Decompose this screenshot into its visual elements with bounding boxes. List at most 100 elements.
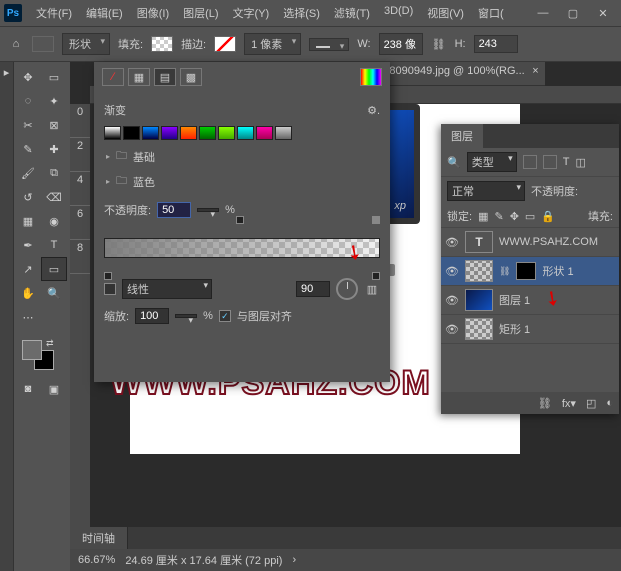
width-input[interactable]: 238 像 [379,33,423,55]
layer-item[interactable]: 👁 矩形 1 [441,315,619,344]
home-icon[interactable]: ⌂ [8,36,24,52]
layer-mask[interactable] [516,262,536,280]
color-picker-icon[interactable] [360,68,382,86]
gradient-bar[interactable] [104,238,380,258]
stroke-width-dropdown[interactable]: 1 像素 [244,33,301,55]
color-stop-end[interactable] [372,272,380,280]
foreground-color[interactable] [22,340,42,360]
reverse-check[interactable] [104,283,116,295]
timeline-tab[interactable]: 时间轴 [70,527,128,549]
menu-layer[interactable]: 图层(L) [177,2,224,24]
swatch[interactable] [275,126,292,140]
link-wh-icon[interactable]: ⛓ [431,36,447,52]
swatch[interactable] [199,126,216,140]
swatch[interactable] [123,126,140,140]
close-tab-icon[interactable]: × [532,65,538,77]
artboard-tool[interactable]: ▭ [42,66,66,88]
filter-type-icon[interactable]: T [563,156,570,168]
zoom-tool[interactable]: 🔍 [42,282,66,304]
win-close-icon[interactable]: ✕ [589,3,617,23]
folder-basic[interactable]: ▸🗀基础 [104,144,380,169]
filter-pixel-icon[interactable] [523,155,537,169]
filter-shape-icon[interactable]: ◫ [575,156,585,169]
color-stop-start[interactable] [104,272,112,280]
fgbg-colors[interactable]: ⇄ [16,336,64,376]
menu-edit[interactable]: 编辑(E) [80,2,129,24]
scale-dropdown[interactable] [175,314,197,318]
lasso-tool[interactable]: ◌ [16,90,40,112]
swatch[interactable] [104,126,121,140]
history-brush-tool[interactable]: ↺ [16,186,40,208]
visibility-icon[interactable]: 👁 [445,323,459,336]
path-tool[interactable]: ↗ [16,258,40,280]
lock-trans-icon[interactable]: ▦ [478,210,488,223]
swap-colors-icon[interactable]: ⇄ [46,338,54,349]
swatch[interactable] [180,126,197,140]
zoom-value[interactable]: 66.67% [78,554,115,566]
hand-tool[interactable]: ✋ [16,282,40,304]
visibility-icon[interactable]: 👁 [445,236,459,249]
eraser-tool[interactable]: ⌫ [42,186,66,208]
crop-tool[interactable]: ✂ [16,114,40,136]
menu-type[interactable]: 文字(Y) [227,2,276,24]
menu-select[interactable]: 选择(S) [277,2,326,24]
edit-toolbar[interactable]: ⋯ [16,306,40,328]
swatch[interactable] [237,126,254,140]
gear-icon[interactable]: ⚙. [367,104,380,117]
screenmode-icon[interactable]: ▣ [42,378,66,400]
lock-paint-icon[interactable]: ✎ [494,210,503,223]
filter-type-dropdown[interactable]: 类型 [467,152,517,172]
move-tool[interactable]: ✥ [16,66,40,88]
win-maximize-icon[interactable]: ▢ [559,3,587,23]
lock-pos-icon[interactable]: ✥ [510,210,519,223]
menu-image[interactable]: 图像(I) [131,2,175,24]
status-arrow-icon[interactable]: › [292,554,296,566]
opacity-stop-end[interactable] [372,216,380,224]
menu-file[interactable]: 文件(F) [30,2,78,24]
frame-tool[interactable]: ⊠ [42,114,66,136]
angle-input[interactable]: 90 [296,281,330,297]
lock-art-icon[interactable]: ▭ [525,210,535,223]
layer-item[interactable]: 👁 ⛓ 形状 1 [441,257,619,286]
opacity-input[interactable]: 50 [157,202,191,218]
layers-panel-tab[interactable]: 图层 [441,124,483,148]
patch-tool[interactable]: ✚ [42,138,66,160]
lock-all-icon[interactable]: 🔒 [541,210,555,223]
menu-3d[interactable]: 3D(D) [378,2,419,24]
rectangle-tool[interactable]: ▭ [42,258,66,280]
align-icon[interactable]: ▥ [364,281,380,297]
quickmask-icon[interactable]: ◙ [16,378,40,400]
document-tab[interactable]: 118090949.jpg @ 100%(RG... × [370,62,545,86]
fill-solid-icon[interactable]: ▦ [128,68,150,86]
fill-gradient-icon[interactable]: ▤ [154,68,176,86]
stamp-tool[interactable]: ⧉ [42,162,66,184]
blur-tool[interactable]: ◉ [42,210,66,232]
height-input[interactable]: 243 [474,35,518,53]
stroke-swatch[interactable] [214,36,236,52]
fill-swatch[interactable] [151,36,173,52]
layer-item[interactable]: 👁 图层 1 [441,286,619,315]
blend-mode-dropdown[interactable]: 正常 [447,181,525,201]
gradient-style-dropdown[interactable]: 线性 [122,279,212,299]
win-minimize-icon[interactable]: — [529,3,557,23]
swatch[interactable] [142,126,159,140]
align-layer-check[interactable] [219,310,231,322]
shape-mode-dropdown[interactable]: 形状 [62,33,110,55]
search-icon[interactable]: 🔍 [447,156,461,169]
shape-preset-swatch[interactable] [32,36,54,52]
swatch[interactable] [161,126,178,140]
visibility-icon[interactable]: 👁 [445,265,459,278]
visibility-icon[interactable]: 👁 [445,294,459,307]
opacity-dropdown[interactable] [197,208,219,212]
pen-tool[interactable]: ✒ [16,234,40,256]
menu-view[interactable]: 视图(V) [421,2,470,24]
fill-pattern-icon[interactable]: ▩ [180,68,202,86]
type-tool[interactable]: T [42,234,66,256]
swatch[interactable] [218,126,235,140]
menu-filter[interactable]: 滤镜(T) [328,2,376,24]
opacity-stop[interactable] [236,216,244,224]
adjustment-icon[interactable]: ◐ [606,397,613,409]
menu-window[interactable]: 窗口( [472,2,510,24]
gradient-tool[interactable]: ▦ [16,210,40,232]
link-layers-icon[interactable]: ⛓ [538,397,552,410]
